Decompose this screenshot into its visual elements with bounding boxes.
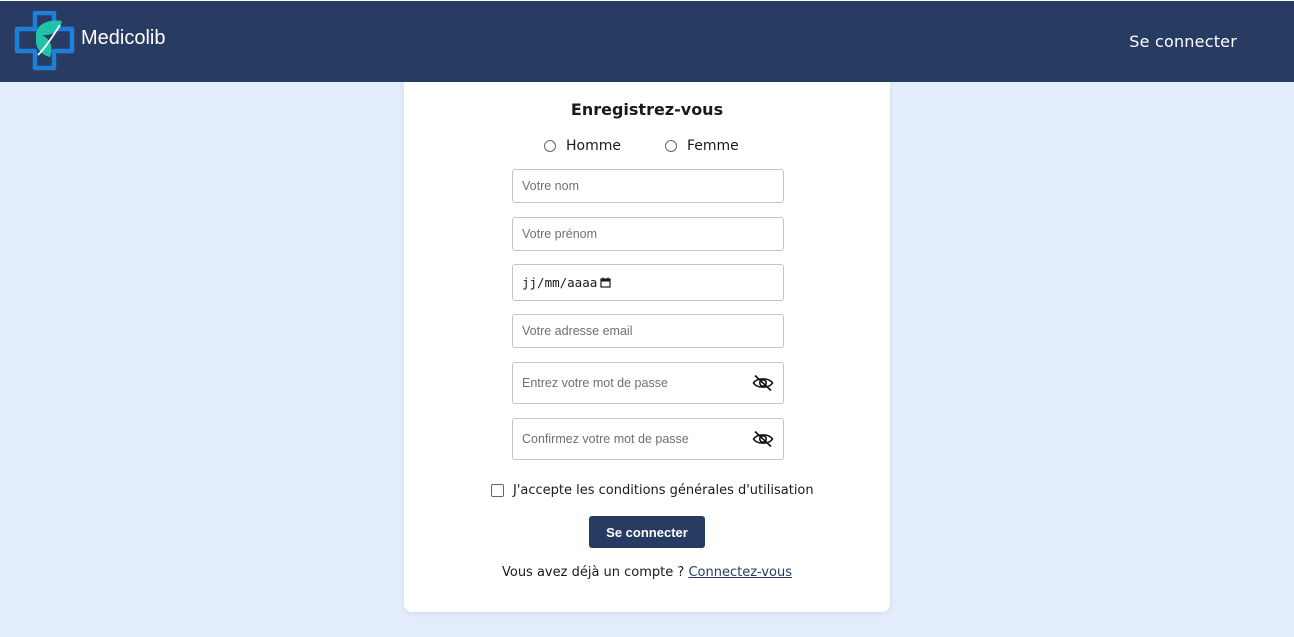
- gender-radio-homme[interactable]: [544, 140, 556, 152]
- terms-label: J'accepte les conditions générales d'uti…: [513, 483, 814, 498]
- submit-button[interactable]: Se connecter: [589, 516, 705, 548]
- gender-radio-group: Homme Femme: [544, 138, 739, 154]
- first-name-input[interactable]: [522, 227, 783, 241]
- header-login-link[interactable]: Se connecter: [1129, 32, 1237, 51]
- confirm-password-input[interactable]: [522, 432, 742, 446]
- password-input[interactable]: [522, 376, 742, 390]
- birthdate-input[interactable]: jj/mm/aaaa: [512, 264, 784, 301]
- register-card: Enregistrez-vous Homme Femme jj/mm/aaaa: [404, 82, 890, 612]
- gender-label-homme: Homme: [566, 138, 621, 154]
- email-input[interactable]: [522, 324, 783, 338]
- confirm-password-field-wrapper: [512, 418, 784, 460]
- last-name-input[interactable]: [522, 179, 783, 193]
- form-title: Enregistrez-vous: [570, 100, 724, 119]
- terms-row: J'accepte les conditions générales d'uti…: [491, 483, 814, 498]
- terms-checkbox[interactable]: [491, 484, 504, 497]
- last-name-field-wrapper: [512, 169, 784, 203]
- password-field-wrapper: [512, 362, 784, 404]
- calendar-icon[interactable]: [600, 277, 611, 288]
- top-navbar: Medicolib Se connecter: [0, 0, 1294, 82]
- gender-radio-femme[interactable]: [664, 140, 677, 152]
- brand-name: Medicolib: [81, 26, 166, 49]
- gender-label-femme: Femme: [686, 138, 739, 154]
- medical-cross-leaf-icon: [14, 11, 75, 71]
- eye-slash-icon[interactable]: [752, 430, 774, 448]
- eye-slash-icon[interactable]: [752, 374, 774, 392]
- email-field-wrapper: [512, 314, 784, 348]
- login-prompt: Vous avez déjà un compte ? Connectez-vou…: [404, 565, 890, 580]
- brand[interactable]: Medicolib: [14, 11, 165, 71]
- has-account-text: Vous avez déjà un compte ?: [501, 565, 685, 580]
- first-name-field-wrapper: [512, 217, 784, 251]
- login-link[interactable]: Connectez-vous: [688, 565, 792, 580]
- birthdate-value: jj/mm/aaaa: [522, 275, 598, 290]
